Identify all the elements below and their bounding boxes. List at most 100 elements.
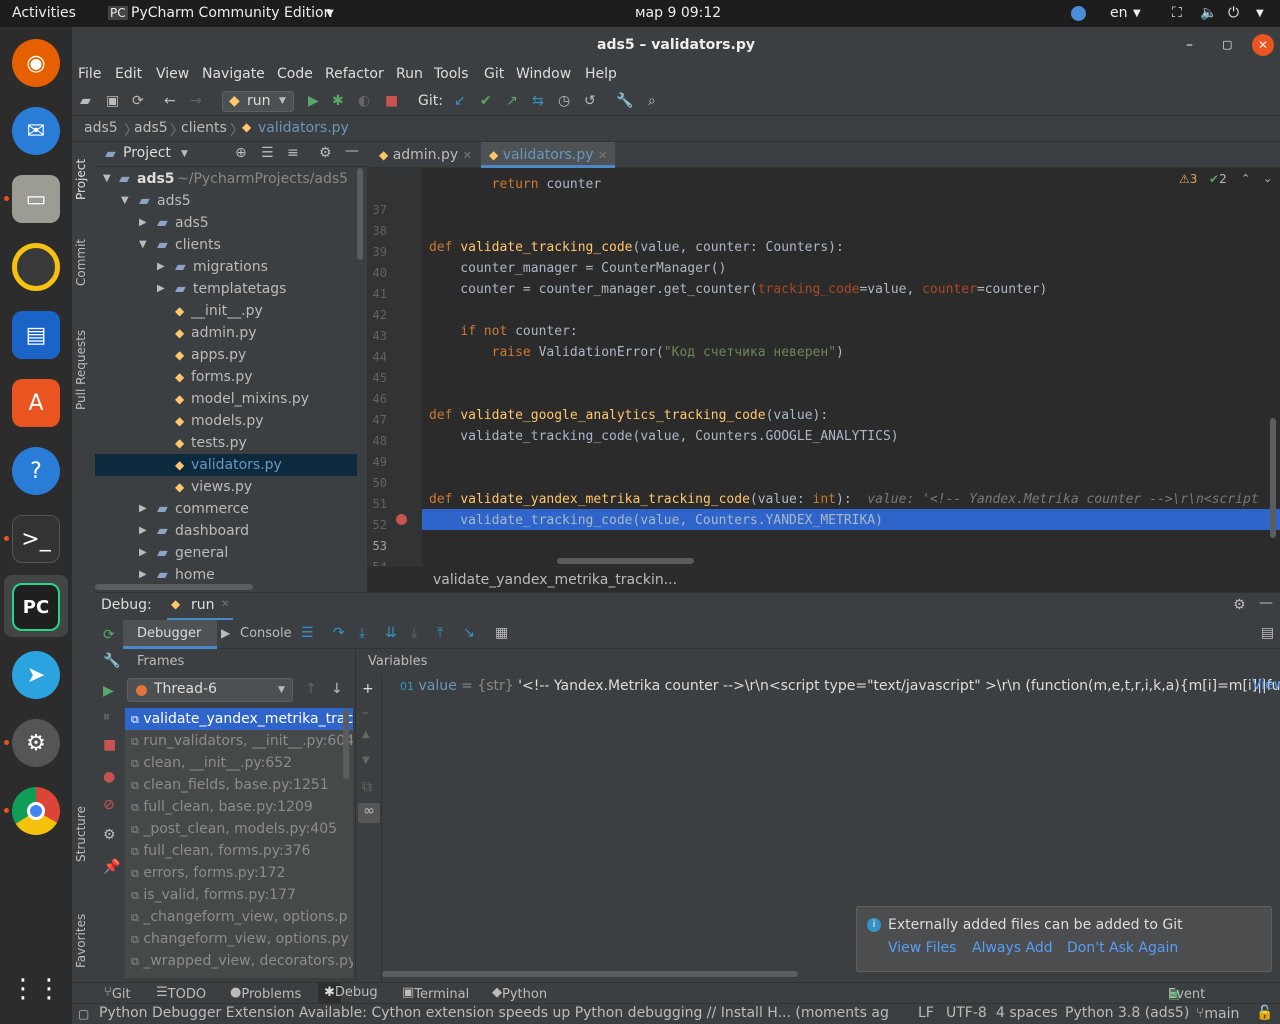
breadcrumb-item[interactable]: validators.py (258, 120, 349, 136)
language-indicator[interactable]: en (1110, 5, 1128, 21)
chevron-right-icon[interactable]: ▶ (139, 542, 147, 564)
menu-edit[interactable]: Edit (115, 66, 142, 82)
chrome-icon[interactable] (12, 787, 60, 835)
code-line[interactable]: def validate_tracking_code(value, counte… (429, 237, 844, 258)
tool-tab-structure[interactable]: Structure (74, 806, 88, 862)
pause-icon[interactable]: ⏸ (103, 709, 110, 725)
resume-icon[interactable]: ▶ (103, 683, 114, 699)
step-into-icon[interactable]: ⤓ (359, 625, 365, 641)
tree-root[interactable]: ▼ ▰ ads5 ~/PycharmProjects/ads5 (95, 168, 357, 190)
tab-admin-py[interactable]: ◆ admin.py ✕ (371, 142, 480, 168)
code-line[interactable]: return counter (429, 174, 602, 195)
rhythmbox-icon[interactable] (12, 243, 60, 291)
terminal-icon[interactable]: >_ (12, 515, 60, 563)
menu-view[interactable]: View (156, 66, 189, 82)
tree-item[interactable]: ▼ ▰ clients (95, 234, 357, 256)
line-separator[interactable]: LF (918, 1005, 934, 1021)
step-over-icon[interactable]: ↷ (333, 625, 345, 641)
breadcrumb-item[interactable]: ads5 (134, 120, 168, 136)
frame-item[interactable]: ⧉ validate_yandex_metrika_trac (125, 708, 353, 730)
code-line[interactable]: counter_manager = CounterManager() (429, 258, 726, 279)
frame-item[interactable]: ⧉ is_valid, forms.py:177 (125, 884, 353, 906)
breakpoint-icon[interactable] (396, 514, 407, 525)
chevron-right-icon[interactable]: ▶ (139, 498, 147, 520)
close-icon[interactable]: ✕ (1252, 34, 1274, 56)
tab-validators-py[interactable]: ◆ validators.py ✕ (481, 142, 616, 168)
scrollbar[interactable] (343, 709, 349, 779)
show-apps-icon[interactable]: ⋮⋮ (10, 965, 62, 1013)
scrollbar[interactable] (1270, 418, 1276, 538)
breadcrumb-item[interactable]: ads5 (84, 120, 118, 136)
run-config-select[interactable]: ◆ run ▼ (222, 91, 294, 112)
next-frame-icon[interactable]: ↓ (331, 681, 343, 697)
frame-item[interactable]: ⧉ _wrapped_view, decorators.py (125, 950, 353, 972)
forward-icon[interactable]: → (190, 93, 202, 109)
activities-button[interactable]: Activities (12, 5, 76, 21)
chevron-down-icon[interactable]: ⌄ (1263, 172, 1272, 185)
tool-tab-terminal[interactable]: ▣ Terminal (402, 985, 469, 1002)
lock-icon[interactable]: 🔓 (1256, 1005, 1273, 1021)
wrench-icon[interactable]: 🔧 (103, 653, 120, 669)
tree-item[interactable]: ◆ validators.py (95, 454, 357, 476)
files-icon[interactable]: ▭ (12, 175, 60, 223)
hide-icon[interactable]: — (1259, 595, 1273, 611)
tree-item[interactable]: ▶ ▰ home (95, 564, 357, 586)
frame-item[interactable]: ⧉ full_clean, forms.py:376 (125, 840, 353, 862)
stop-icon[interactable]: ■ (385, 93, 398, 109)
mute-breakpoints-icon[interactable]: ⊘ (103, 797, 115, 813)
gear-icon[interactable]: ⚙ (319, 145, 332, 161)
telegram-icon[interactable]: ➤ (12, 651, 60, 699)
help-icon[interactable]: ? (12, 447, 60, 495)
tab-debugger[interactable]: Debugger (123, 620, 217, 649)
move-up-icon[interactable]: ▲ (362, 729, 370, 740)
debug-session-tab[interactable]: run (191, 597, 215, 613)
frame-item[interactable]: ⧉ changeform_view, options.py (125, 928, 353, 950)
editor-breadcrumb[interactable]: validate_yandex_metrika_trackin... (367, 566, 1280, 592)
search-icon[interactable]: ⌕ (648, 93, 656, 109)
tree-item[interactable]: ◆ models.py (95, 410, 357, 432)
frame-item[interactable]: ⧉ errors, forms.py:172 (125, 862, 353, 884)
horizontal-scrollbar[interactable] (95, 584, 253, 590)
tree-item[interactable]: ▶ ▰ general (95, 542, 357, 564)
clock[interactable]: мар 9 09:12 (635, 5, 721, 21)
hide-icon[interactable]: — (345, 143, 359, 159)
close-icon[interactable]: ✕ (221, 599, 229, 610)
tool-tab-commit[interactable]: Commit (74, 239, 88, 286)
writer-icon[interactable]: ▤ (12, 311, 60, 359)
frame-item[interactable]: ⧉ clean, __init__.py:652 (125, 752, 353, 774)
menu-code[interactable]: Code (277, 66, 313, 82)
tool-tab-favorites[interactable]: Favorites (74, 914, 88, 968)
horizontal-scrollbar[interactable] (382, 971, 798, 977)
back-icon[interactable]: ← (164, 93, 176, 109)
dont-ask-again-link[interactable]: Don't Ask Again (1067, 940, 1178, 956)
tool-tab-debug[interactable]: ✱ Debug (318, 983, 378, 1003)
warning-icon[interactable]: ⚠3 (1179, 172, 1197, 186)
move-down-icon[interactable]: ▼ (362, 755, 370, 766)
chevron-down-icon[interactable]: ▼ (139, 234, 147, 256)
menu-help[interactable]: Help (585, 66, 617, 82)
coverage-icon[interactable]: ◐ (358, 93, 370, 109)
menu-navigate[interactable]: Navigate (202, 66, 265, 82)
project-view-select[interactable]: Project (123, 145, 171, 161)
rollback-icon[interactable]: ↺ (584, 93, 596, 109)
save-icon[interactable]: ▣ (106, 93, 119, 109)
menu-file[interactable]: File (78, 66, 101, 82)
gear-icon[interactable]: ⚙ (1233, 597, 1246, 613)
frame-item[interactable]: ⧉ _changeform_view, options.p (125, 906, 353, 928)
tool-tab-python-console[interactable]: ◆ Python Console (492, 985, 554, 1017)
evaluate-icon[interactable]: ▦ (495, 625, 508, 641)
chevron-right-icon[interactable]: ▶ (139, 212, 147, 234)
collapse-all-icon[interactable]: ≡ (287, 145, 299, 161)
run-to-cursor-icon[interactable]: ↘ (463, 625, 475, 641)
tree-item[interactable]: ▶ ▰ migrations (95, 256, 357, 278)
file-encoding[interactable]: UTF-8 (946, 1005, 987, 1021)
tree-item[interactable]: ▶ ▰ ads5 (95, 212, 357, 234)
firefox-icon[interactable]: ◉ (12, 39, 60, 87)
tree-item[interactable]: ▶ ▰ commerce (95, 498, 357, 520)
git-update-icon[interactable]: ↙ (454, 93, 466, 109)
frames-menu-icon[interactable]: ☰ (301, 625, 314, 641)
pycharm-icon[interactable]: PC (12, 583, 60, 631)
pin-icon[interactable]: 📌 (103, 859, 120, 875)
maximize-icon[interactable]: ▢ (1222, 27, 1232, 63)
tool-tab-git[interactable]: ⑂ Git (104, 985, 131, 1002)
